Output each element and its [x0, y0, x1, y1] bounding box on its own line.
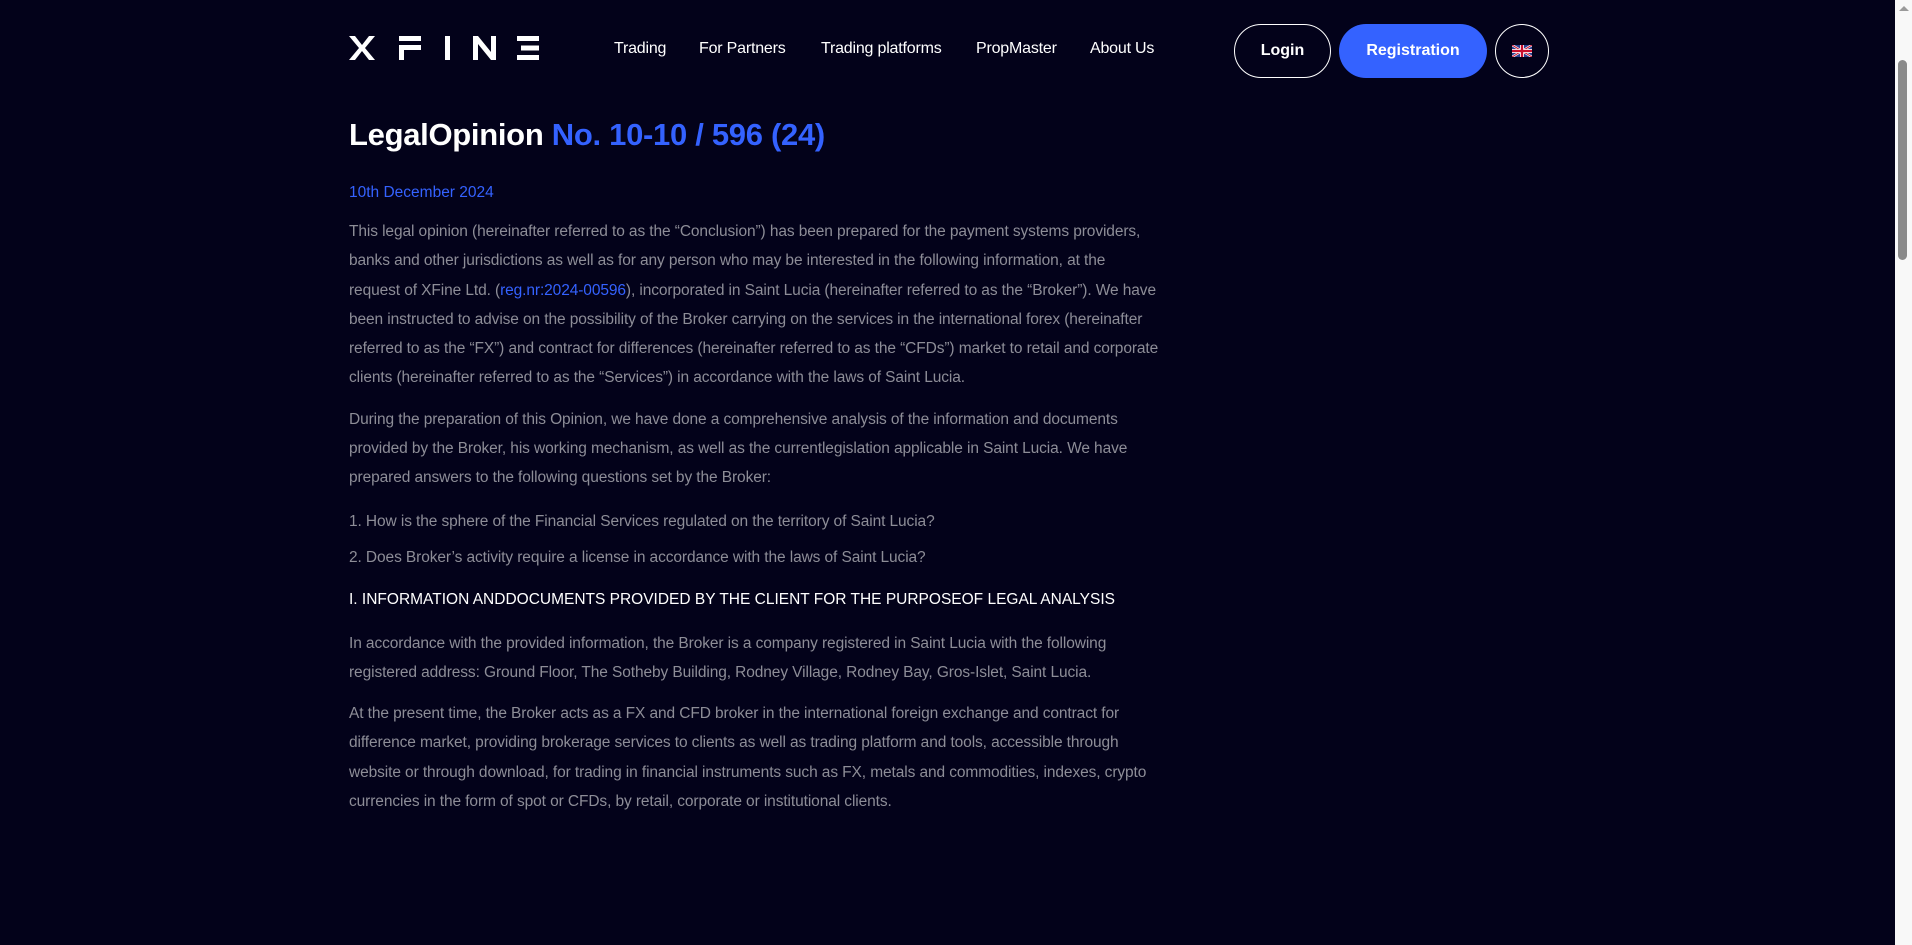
paragraph-preparation: During the preparation of this Opinion, … — [349, 410, 1128, 487]
registration-button[interactable]: Registration — [1339, 24, 1487, 78]
uk-flag-icon — [1512, 45, 1532, 57]
login-button[interactable]: Login — [1234, 24, 1331, 78]
nav-for-partners[interactable]: For Partners — [699, 40, 786, 58]
article-date: 10th December 2024 — [349, 184, 494, 201]
paragraph-intro: This legal opinion (hereinafter referred… — [349, 217, 1159, 393]
language-selector[interactable] — [1495, 24, 1549, 78]
question-2: 2. Does Broker’s activity require a lice… — [349, 548, 926, 566]
section-heading-1: I. INFORMATION ANDDOCUMENTS PROVIDED BY … — [349, 591, 1115, 609]
paragraph-address: In accordance with the provided informat… — [349, 634, 1107, 681]
xfine-logo[interactable] — [349, 36, 539, 60]
logo-mark — [349, 36, 539, 60]
title-number: No. 10-10 / 596 (24) — [551, 117, 825, 152]
legal-opinion-article: LegalOpinion No. 10-10 / 596 (24) 10th D… — [349, 112, 1159, 816]
paragraph-activity: At the present time, the Broker acts as … — [349, 705, 1147, 811]
nav-trading[interactable]: Trading — [614, 40, 666, 58]
page-title: LegalOpinion No. 10-10 / 596 (24) — [349, 112, 1159, 158]
question-1: 1. How is the sphere of the Financial Se… — [349, 512, 935, 530]
nav-propmaster[interactable]: PropMaster — [976, 40, 1057, 58]
nav-about-us[interactable]: About Us — [1090, 40, 1154, 58]
scroll-up-arrow-icon[interactable] — [1899, 6, 1909, 11]
site-header: Trading For Partners Trading platforms P… — [0, 0, 1895, 100]
nav-trading-platforms[interactable]: Trading platforms — [821, 40, 942, 58]
reg-number-link[interactable]: reg.nr:2024-00596 — [500, 282, 626, 299]
title-text: LegalOpinion — [349, 117, 544, 152]
scrollbar-thumb[interactable] — [1898, 60, 1907, 260]
page-scrollbar[interactable] — [1895, 0, 1912, 945]
